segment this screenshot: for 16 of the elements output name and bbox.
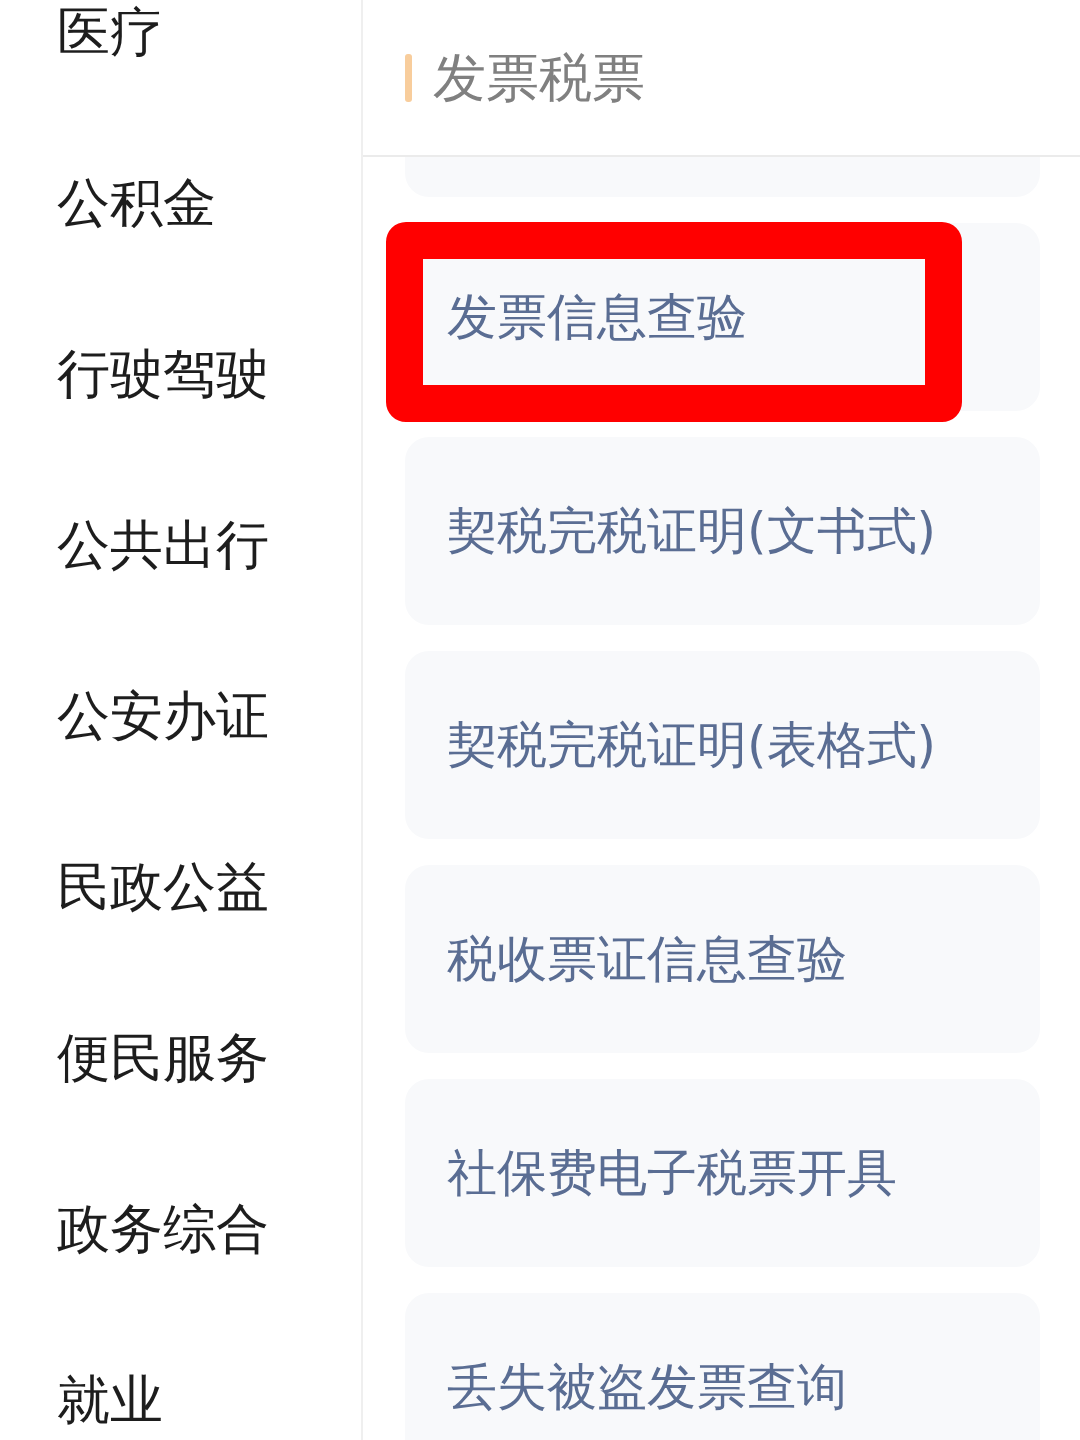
service-card[interactable]: 丢失被盗发票查询: [405, 1293, 1040, 1440]
sidebar-item[interactable]: 公积金: [57, 171, 361, 235]
sidebar-item[interactable]: 便民服务: [57, 1026, 361, 1090]
sidebar-item[interactable]: 政务综合: [57, 1197, 361, 1261]
service-card[interactable]: 社保费电子税票开具: [405, 1079, 1040, 1267]
sidebar-item[interactable]: 就业: [57, 1368, 361, 1432]
service-card[interactable]: 契税完税证明(表格式): [405, 651, 1040, 839]
sidebar-item[interactable]: 医疗: [57, 0, 361, 64]
service-card[interactable]: 契税完税证明(文书式): [405, 437, 1040, 625]
sidebar-item[interactable]: 公共出行: [57, 513, 361, 577]
accent-bar-icon: [405, 53, 412, 102]
service-card[interactable]: 税收票证信息查验: [405, 865, 1040, 1053]
sidebar-item[interactable]: 公安办证: [57, 684, 361, 748]
sidebar-item[interactable]: 行驶驾驶: [57, 342, 361, 406]
sidebar-item[interactable]: 民政公益: [57, 855, 361, 919]
section-title: 发票税票: [433, 45, 645, 110]
